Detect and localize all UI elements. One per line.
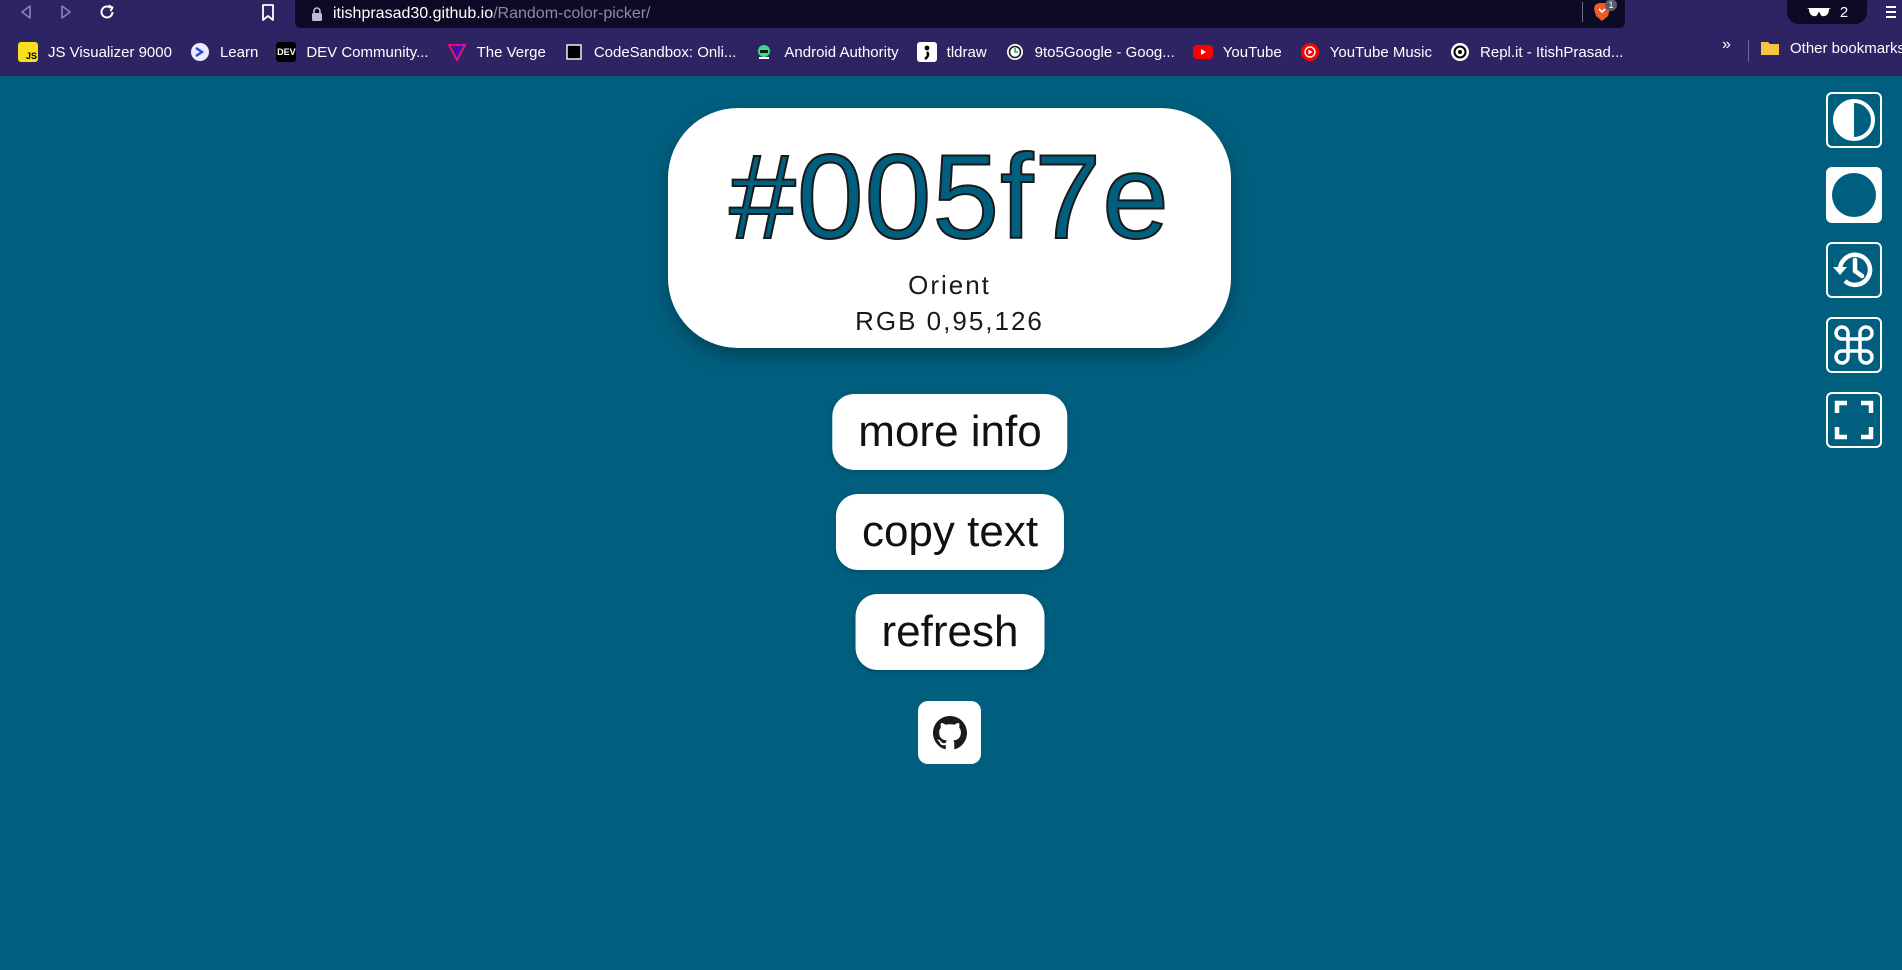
contrast-icon (1833, 99, 1875, 141)
history-icon (1833, 252, 1873, 287)
js-icon: JS (18, 42, 38, 62)
bookmark-label: Repl.it - ItishPrasad... (1480, 43, 1624, 61)
codesandbox-icon (564, 42, 584, 62)
bookmark-js-visualizer[interactable]: JS JS Visualizer 9000 (18, 34, 172, 70)
more-info-button[interactable]: more info (832, 394, 1068, 470)
browser-toolbar: itishprasad30.github.io/Random-color-pic… (0, 0, 1902, 28)
bookmark-label: 9to5Google - Goog... (1034, 43, 1175, 61)
bookmark-label: Learn (219, 43, 259, 61)
bookmark-dev-community[interactable]: DEV DEV Community... (276, 34, 429, 70)
bookmark-learn[interactable]: Learn (190, 34, 258, 70)
bookmark-label: CodeSandbox: Onli... (593, 43, 737, 61)
bookmark-replit[interactable]: Repl.it - ItishPrasad... (1450, 34, 1623, 70)
bookmark-label: YouTube (1222, 43, 1282, 61)
hex-code[interactable]: #005f7e (668, 128, 1231, 266)
fullscreen-icon (1834, 400, 1874, 440)
bookmark-label: tldraw (946, 43, 987, 61)
forward-button[interactable] (52, 0, 80, 24)
bookmarks-bar: JS JS Visualizer 9000 Learn DEV DEV Comm… (0, 28, 1902, 76)
back-icon (21, 5, 31, 19)
history-button[interactable] (1826, 242, 1882, 298)
shortcuts-button[interactable] (1826, 317, 1882, 373)
url-divider (1582, 2, 1583, 22)
replit-icon (1450, 42, 1470, 62)
bookmark-label: The Verge (476, 43, 546, 61)
circle-icon (1832, 173, 1876, 217)
android-icon (754, 42, 774, 62)
github-icon (932, 715, 967, 749)
tldraw-icon (916, 42, 937, 62)
youtube-music-icon (1300, 42, 1320, 62)
bookmark-codesandbox[interactable]: CodeSandbox: Onli... (564, 34, 737, 70)
bookmarks-divider (1748, 40, 1749, 62)
bookmark-tldraw[interactable]: tldraw (916, 34, 987, 70)
color-display-card: #005f7e Orient RGB 0,95,126 (668, 108, 1231, 348)
copy-text-button[interactable]: copy text (835, 494, 1065, 570)
shields-badge: 1 (1605, 0, 1617, 11)
bookmark-9to5google[interactable]: 9to5Google - Goog... (1005, 34, 1175, 70)
address-bar[interactable]: itishprasad30.github.io/Random-color-pic… (295, 0, 1625, 28)
other-bookmarks-label: Other bookmarks (1790, 39, 1902, 57)
rgb-value: RGB 0,95,126 (855, 306, 1044, 336)
lock-icon (312, 7, 322, 21)
reload-icon (100, 4, 114, 19)
back-button[interactable] (12, 0, 40, 24)
color-name: Orient (908, 270, 991, 300)
bookmark-youtube-music[interactable]: YouTube Music (1300, 34, 1432, 70)
bookmark-the-verge[interactable]: The Verge (446, 34, 546, 70)
bookmark-label: DEV Community... (306, 43, 429, 61)
fullscreen-button[interactable] (1826, 392, 1882, 448)
bookmark-label: Android Authority (784, 43, 899, 61)
youtube-icon (1192, 42, 1213, 62)
bookmark-icon (262, 3, 274, 21)
verge-icon (446, 42, 467, 62)
reload-button[interactable] (93, 0, 121, 24)
folder-icon (1761, 42, 1779, 55)
bookmarks-overflow-button[interactable]: » (1722, 36, 1731, 54)
bookmark-youtube[interactable]: YouTube (1192, 34, 1282, 70)
incognito-indicator[interactable]: 2 (1787, 0, 1867, 24)
color-preview-button[interactable] (1826, 167, 1882, 223)
learn-icon (190, 42, 210, 62)
incognito-count: 2 (1839, 3, 1849, 21)
9to5google-icon (1005, 42, 1025, 62)
bookmark-label: JS Visualizer 9000 (48, 43, 172, 61)
browser-menu-button[interactable] (1880, 0, 1902, 24)
url-path: /Random-color-picker/ (493, 5, 651, 22)
hamburger-icon (1886, 6, 1896, 18)
refresh-button[interactable]: refresh (855, 594, 1045, 670)
incognito-icon (1806, 8, 1831, 17)
bookmark-android-authority[interactable]: Android Authority (754, 34, 899, 70)
other-bookmarks-folder[interactable]: Other bookmarks (1760, 34, 1902, 62)
dev-icon: DEV (276, 42, 297, 62)
bookmark-label: YouTube Music (1329, 43, 1433, 61)
command-icon (1834, 325, 1874, 365)
url-host: itishprasad30.github.io (333, 5, 494, 22)
github-link[interactable] (918, 701, 981, 764)
forward-icon (61, 5, 71, 19)
contrast-toggle-button[interactable] (1826, 92, 1882, 148)
bookmark-page-button[interactable] (256, 0, 280, 24)
